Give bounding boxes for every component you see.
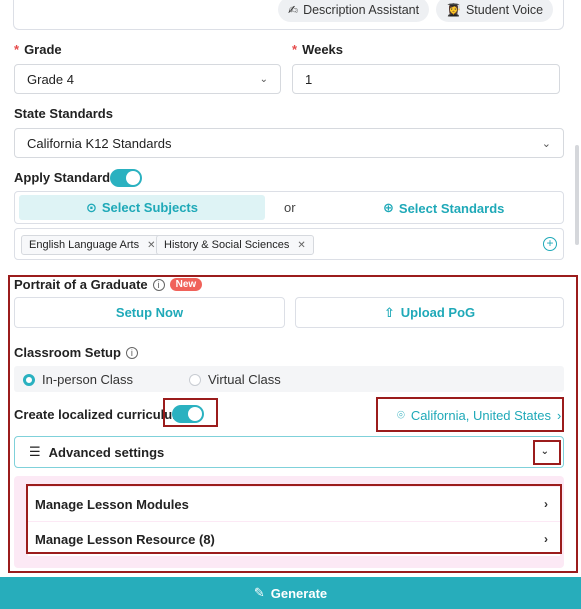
portrait-label: Portrait of a Graduate <box>14 277 148 292</box>
state-standards-select[interactable]: California K12 Standards ⌄ <box>14 128 564 158</box>
subject-tag-label: English Language Arts <box>29 239 140 251</box>
advanced-settings-toggle[interactable]: ☰ Advanced settings ⌄ <box>14 436 564 468</box>
state-standards-value: California K12 Standards <box>27 135 172 151</box>
setup-now-label: Setup Now <box>115 305 184 320</box>
generate-button[interactable]: ✎ Generate <box>0 577 581 609</box>
select-standards-label: Select Standards <box>398 200 505 216</box>
chevron-down-icon: ⌄ <box>541 137 551 150</box>
highlight-frame <box>163 398 218 427</box>
subject-tag: English Language Arts ✕ <box>21 235 164 255</box>
required-marker: * <box>292 42 298 57</box>
setup-now-button[interactable]: Setup Now <box>14 297 285 328</box>
subject-tag: History & Social Sciences ✕ <box>156 235 314 255</box>
virtual-label: Virtual Class <box>208 372 281 387</box>
advanced-settings-label: Advanced settings <box>48 444 165 460</box>
pencil-icon: ✍ <box>288 2 299 17</box>
student-icon: 👩‍🎓 <box>446 2 461 17</box>
generate-label: Generate <box>270 585 328 601</box>
apply-standards-label: Apply Standards <box>14 170 118 185</box>
info-icon[interactable]: i <box>125 346 138 359</box>
classroom-setup-label: Classroom Setup <box>14 345 121 360</box>
localized-curriculum-label: Create localized curriculum <box>14 407 184 422</box>
standards-selector: ⊙ Select Subjects or ⊕ Select Standards <box>14 191 564 224</box>
radio-selected-icon <box>23 373 35 386</box>
description-box[interactable]: ✍ Description Assistant 👩‍🎓 Student Voic… <box>13 0 564 30</box>
sliders-icon: ☰ <box>29 444 41 459</box>
scrollbar[interactable] <box>575 145 579 245</box>
select-subjects-label: Select Subjects <box>101 200 198 215</box>
weeks-input[interactable]: 1 <box>292 64 560 94</box>
grade-label: * Grade <box>14 42 62 57</box>
radio-unselected-icon <box>189 373 201 386</box>
subject-tags: English Language Arts ✕ History & Social… <box>14 228 564 260</box>
or-separator: or <box>284 200 296 215</box>
student-voice-label: Student Voice <box>465 2 544 17</box>
chevron-down-icon: ⌄ <box>259 73 268 85</box>
highlight-frame <box>26 484 562 554</box>
highlight-frame <box>533 440 561 465</box>
select-standards-button[interactable]: ⊕ Select Standards <box>383 200 504 216</box>
info-icon[interactable]: i <box>152 278 165 291</box>
check-circle-icon: ⊙ <box>85 199 97 215</box>
required-marker: * <box>14 42 20 57</box>
select-subjects-button[interactable]: ⊙ Select Subjects <box>19 195 265 220</box>
student-voice-button[interactable]: 👩‍🎓 Student Voice <box>436 0 554 22</box>
grade-select[interactable]: Grade 4 ⌄ <box>14 64 281 94</box>
weeks-value: 1 <box>305 71 313 87</box>
grade-value: Grade 4 <box>27 71 74 87</box>
description-assistant-button[interactable]: ✍ Description Assistant <box>278 0 430 22</box>
classroom-setup-title: Classroom Setup i <box>14 345 138 360</box>
upload-pog-label: Upload PoG <box>400 305 476 320</box>
new-badge: New <box>169 278 203 291</box>
magic-wand-icon: ✎ <box>253 585 265 600</box>
state-standards-label: State Standards <box>14 106 113 121</box>
classroom-type-radio-group: In-person Class Virtual Class <box>14 366 564 392</box>
close-icon[interactable]: ✕ <box>297 240 305 251</box>
upload-pog-button[interactable]: ⇧ Upload PoG <box>295 297 564 328</box>
portrait-title: Portrait of a Graduate i New <box>14 277 203 292</box>
subject-tag-label: History & Social Sciences <box>164 239 290 251</box>
close-icon[interactable]: ✕ <box>147 240 155 251</box>
description-assistant-label: Description Assistant <box>303 2 420 17</box>
highlight-frame <box>376 397 564 432</box>
add-subject-icon[interactable]: + <box>543 237 557 251</box>
in-person-label: In-person Class <box>42 372 134 387</box>
plus-circle-icon: ⊕ <box>383 200 394 215</box>
weeks-label: * Weeks <box>292 42 344 57</box>
in-person-radio[interactable]: In-person Class <box>23 372 133 387</box>
apply-standards-toggle[interactable] <box>110 169 142 187</box>
upload-icon: ⇧ <box>383 304 395 320</box>
virtual-radio[interactable]: Virtual Class <box>189 372 281 387</box>
